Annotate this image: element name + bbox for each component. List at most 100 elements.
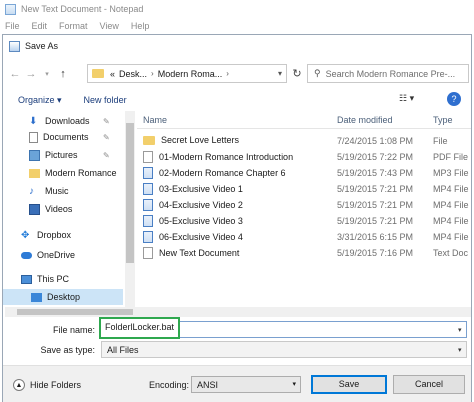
file-row[interactable]: 04-Exclusive Video 2 5/19/2015 7:21 PM M… [137,197,471,213]
save-button[interactable]: Save [311,375,387,394]
media-file-icon [143,167,153,179]
notepad-title: New Text Document - Notepad [21,4,144,14]
pin-icon[interactable]: ✎ [103,151,110,160]
media-file-icon [143,183,153,195]
document-icon [143,151,153,163]
file-name: 02-Modern Romance Chapter 6 [159,168,286,178]
back-arrow-icon[interactable]: ← [7,66,23,82]
forward-arrow-icon[interactable]: → [23,66,39,82]
media-file-icon [143,231,153,243]
encoding-select[interactable]: ANSI ▾ [191,376,301,393]
file-row[interactable]: Secret Love Letters 7/24/2015 1:08 PM Fi… [137,133,471,149]
dialog-title: Save As [25,41,59,51]
nav-item-documents[interactable]: Documents ✎ [3,129,123,145]
column-type[interactable]: Type [433,115,453,125]
breadcrumb-desktop[interactable]: Desk... [119,69,147,79]
menu-help[interactable]: Help [131,21,150,31]
menu-edit[interactable]: Edit [32,21,48,31]
file-date: 5/19/2015 7:43 PM [337,168,414,178]
notepad-titlebar: New Text Document - Notepad [0,0,474,18]
nav-label: This PC [37,274,70,284]
save-as-icon [9,40,20,52]
file-row[interactable]: 06-Exclusive Video 4 3/31/2015 6:15 PM M… [137,229,471,245]
chevron-down-icon[interactable]: ▾ [278,69,282,78]
cancel-button[interactable]: Cancel [393,375,465,394]
hide-folders-label: Hide Folders [30,380,82,390]
nav-label: Documents [43,132,89,142]
column-date-modified[interactable]: Date modified [337,115,393,125]
breadcrumb-modern-romance[interactable]: Modern Roma... [158,69,223,79]
pin-icon[interactable]: ✎ [103,117,110,126]
file-date: 7/24/2015 1:08 PM [337,136,414,146]
file-date: 5/19/2015 7:21 PM [337,200,414,210]
nav-pane-scrollbar[interactable] [125,111,135,307]
save-as-type-select[interactable]: All Files [101,341,467,358]
chevron-down-icon[interactable]: ▾ [458,346,462,354]
chevron-right-icon[interactable]: › [226,69,229,78]
column-header: Name Date modified Type [137,111,471,129]
file-name-label: File name: [52,325,95,335]
chevron-up-icon: ▲ [13,379,25,391]
save-as-type-value: All Files [107,345,139,355]
file-name: 06-Exclusive Video 4 [159,232,243,242]
file-list: Name Date modified Type Secret Love Lett… [137,111,471,307]
nav-item-modern-romance[interactable]: Modern Romance [3,165,123,181]
breadcrumb-overflow[interactable]: « [110,69,115,79]
file-type: MP4 File [433,232,469,242]
search-input[interactable]: ⚲ Search Modern Romance Pre-... [307,64,469,83]
view-options-icon[interactable]: ☷ ▾ [399,93,429,107]
menu-view[interactable]: View [100,21,119,31]
file-type: MP4 File [433,200,469,210]
videos-icon [29,203,40,215]
file-name: 03-Exclusive Video 1 [159,184,243,194]
notepad-icon [5,3,16,15]
file-row[interactable]: 05-Exclusive Video 3 5/19/2015 7:21 PM M… [137,213,471,229]
file-date: 5/19/2015 7:16 PM [337,248,414,258]
menu-file[interactable]: File [5,21,20,31]
hide-folders-button[interactable]: ▲ Hide Folders [13,379,81,391]
help-icon[interactable]: ? [447,92,461,106]
file-name: 05-Exclusive Video 3 [159,216,243,226]
nav-item-desktop[interactable]: Desktop [3,289,123,305]
file-name: 01-Modern Romance Introduction [159,152,294,162]
scrollbar-thumb[interactable] [17,309,133,315]
file-row[interactable]: 01-Modern Romance Introduction 5/19/2015… [137,149,471,165]
dropbox-icon: ✥ [21,229,30,241]
encoding-value: ANSI [197,380,219,390]
nav-item-pictures[interactable]: Pictures ✎ [3,147,123,163]
save-as-type-label: Save as type: [40,345,95,355]
organize-button[interactable]: Organize ▾ [18,95,62,106]
nav-item-this-pc[interactable]: This PC [3,271,123,287]
file-row[interactable]: New Text Document 5/19/2015 7:16 PM Text… [137,245,471,261]
nav-item-videos[interactable]: Videos [3,201,123,217]
up-arrow-icon[interactable]: ↑ [55,66,71,82]
file-date: 5/19/2015 7:21 PM [337,184,414,194]
nav-item-music[interactable]: ♪ Music [3,183,123,199]
nav-item-dropbox[interactable]: ✥ Dropbox [3,227,123,243]
pin-icon[interactable]: ✎ [103,133,110,142]
folder-icon [29,168,40,178]
file-row[interactable]: 02-Modern Romance Chapter 6 5/19/2015 7:… [137,165,471,181]
folder-icon [92,69,104,78]
new-folder-button[interactable]: New folder [84,95,127,105]
chevron-right-icon[interactable]: › [151,69,154,78]
address-bar[interactable]: « Desk... › Modern Roma... › ▾ [87,64,287,83]
menu-format[interactable]: Format [59,21,88,31]
music-icon: ♪ [29,185,34,197]
file-date: 3/31/2015 6:15 PM [337,232,414,242]
file-name-input[interactable]: FolderlLocker.bat [99,317,181,339]
file-row[interactable]: 03-Exclusive Video 1 5/19/2015 7:21 PM M… [137,181,471,197]
column-name[interactable]: Name [143,115,167,125]
nav-label: Downloads [45,116,90,126]
nav-label: OneDrive [37,250,76,260]
scrollbar-thumb[interactable] [126,123,134,263]
encoding-label: Encoding: [149,380,190,390]
command-toolbar: Organize ▾ New folder ☷ ▾ ? [3,91,471,109]
horizontal-scrollbar[interactable] [5,307,471,317]
refresh-icon[interactable]: ↻ [289,64,305,83]
nav-item-downloads[interactable]: ⬇ Downloads ✎ [3,113,123,129]
file-date: 5/19/2015 7:22 PM [337,152,414,162]
recent-locations-icon[interactable]: ▾ [39,66,55,82]
nav-item-onedrive[interactable]: OneDrive [3,247,123,263]
chevron-down-icon[interactable]: ▾ [458,326,462,334]
